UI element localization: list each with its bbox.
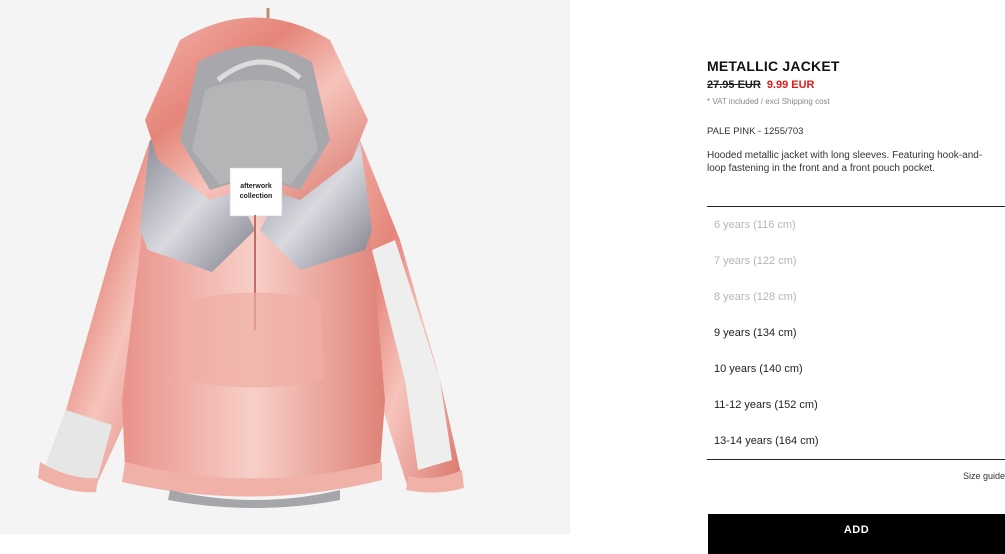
jacket-illustration: afterwork collection <box>38 8 464 508</box>
color-reference: PALE PINK - 1255/703 <box>707 126 804 137</box>
label-text-line-1: afterwork <box>240 183 272 190</box>
size-option-11-12-years[interactable]: 11-12 years (152 cm) <box>707 387 1005 423</box>
size-option-9-years[interactable]: 9 years (134 cm) <box>707 315 1005 351</box>
price-row: 27.95 EUR 9.99 EUR <box>707 79 815 91</box>
old-price: 27.95 EUR <box>707 79 761 91</box>
product-image[interactable]: afterwork collection <box>0 0 570 534</box>
vat-note: * VAT included / excl Shipping cost <box>707 97 830 106</box>
product-info-panel: METALLIC JACKET 27.95 EUR 9.99 EUR * VAT … <box>707 0 1005 554</box>
product-title: METALLIC JACKET <box>707 58 840 74</box>
size-list-bottom-divider <box>707 459 1005 460</box>
size-option-13-14-years[interactable]: 13-14 years (164 cm) <box>707 423 1005 459</box>
add-to-cart-button[interactable]: ADD <box>708 514 1005 554</box>
product-description: Hooded metallic jacket with long sleeves… <box>707 150 983 174</box>
sale-price: 9.99 EUR <box>766 79 815 91</box>
label-text-line-2: collection <box>240 193 273 200</box>
size-option-7-years[interactable]: 7 years (122 cm) <box>707 243 1005 279</box>
size-option-6-years[interactable]: 6 years (116 cm) <box>707 207 1005 243</box>
size-option-8-years[interactable]: 8 years (128 cm) <box>707 279 1005 315</box>
size-guide-link[interactable]: Size guide <box>963 471 1005 481</box>
size-option-10-years[interactable]: 10 years (140 cm) <box>707 351 1005 387</box>
